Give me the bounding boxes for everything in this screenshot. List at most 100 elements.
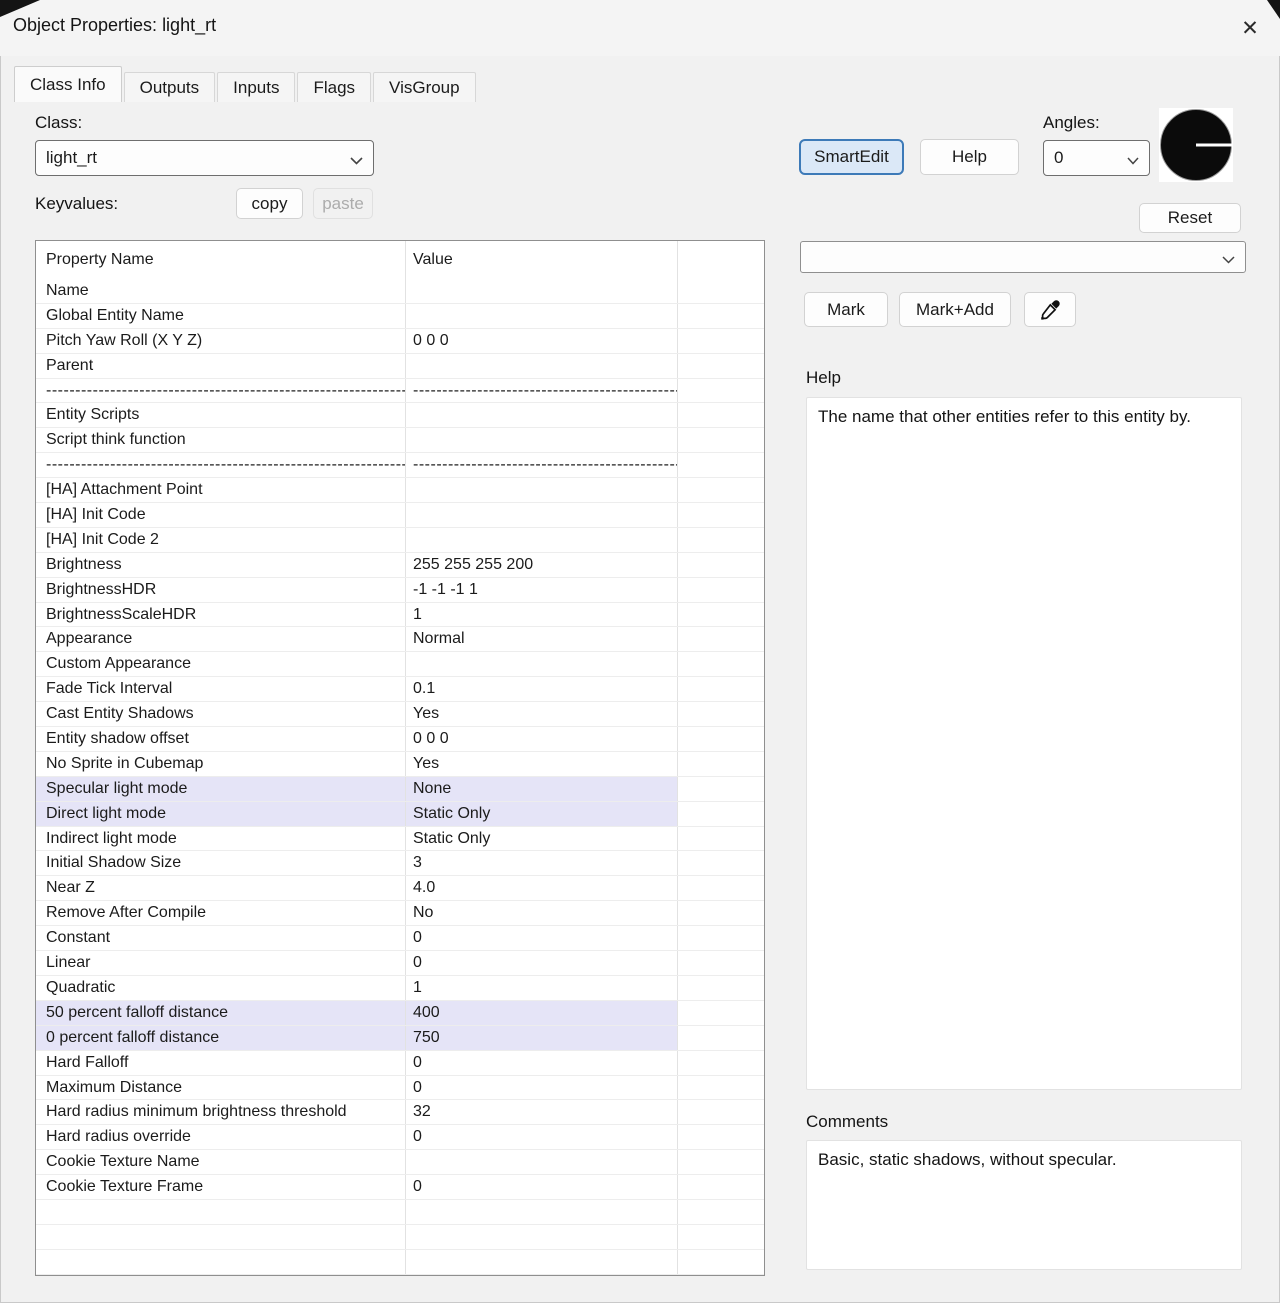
property-name-cell[interactable]: 0 percent falloff distance [36, 1025, 406, 1050]
help-button[interactable]: Help [920, 139, 1019, 175]
property-name-cell[interactable] [36, 1224, 406, 1249]
reset-button[interactable]: Reset [1139, 203, 1241, 233]
table-row[interactable]: Cookie Texture Frame 0 [36, 1175, 764, 1200]
table-row[interactable]: Custom Appearance [36, 652, 764, 678]
keyvalue-filter-input[interactable] [811, 247, 1215, 267]
property-value-cell[interactable] [406, 652, 678, 677]
property-name-cell[interactable]: Direct light mode [36, 801, 406, 826]
property-value-cell[interactable]: 0.1 [406, 677, 678, 702]
table-row[interactable] [36, 1224, 764, 1250]
mark-add-button[interactable]: Mark+Add [899, 292, 1011, 327]
property-value-cell[interactable]: No [406, 901, 678, 926]
property-name-cell[interactable]: [HA] Init Code [36, 503, 406, 527]
property-value-cell[interactable]: None [406, 776, 678, 801]
property-name-cell[interactable]: Global Entity Name [36, 303, 406, 328]
table-row[interactable]: BrightnessHDR -1 -1 -1 1 [36, 577, 764, 603]
property-value-cell[interactable]: Static Only [406, 826, 678, 851]
property-value-cell[interactable] [406, 503, 678, 527]
property-value-cell[interactable]: 400 [406, 1000, 678, 1025]
property-name-cell[interactable]: Quadratic [36, 975, 406, 1000]
property-name-cell[interactable]: [HA] Init Code 2 [36, 527, 406, 552]
property-value-cell[interactable]: 0 0 0 [406, 328, 678, 353]
property-name-cell[interactable]: No Sprite in Cubemap [36, 751, 406, 776]
property-name-cell[interactable]: Hard radius minimum brightness threshold [36, 1100, 406, 1125]
property-name-cell[interactable] [36, 1249, 406, 1274]
table-row[interactable]: Quadratic 1 [36, 975, 764, 1001]
smartedit-button[interactable]: SmartEdit [799, 139, 904, 175]
table-row[interactable]: Direct light mode Static Only [36, 801, 764, 827]
table-row[interactable]: Remove After Compile No [36, 901, 764, 927]
table-row[interactable]: Appearance Normal [36, 627, 764, 653]
property-value-cell[interactable] [406, 1249, 678, 1274]
property-name-cell[interactable]: Script think function [36, 428, 406, 453]
table-row[interactable]: No Sprite in Cubemap Yes [36, 751, 764, 777]
property-value-cell[interactable]: 0 [406, 1125, 678, 1150]
property-value-cell[interactable]: 3 [406, 851, 678, 876]
property-value-cell[interactable] [406, 1199, 678, 1224]
property-value-cell[interactable]: 0 0 0 [406, 727, 678, 751]
property-value-cell[interactable]: Yes [406, 702, 678, 727]
table-separator-row[interactable]: ----------------------------------------… [36, 453, 764, 479]
property-table[interactable]: Property Name Value Name Global Entity Na… [35, 240, 765, 1276]
property-name-cell[interactable]: Entity Scripts [36, 403, 406, 428]
copy-button[interactable]: copy [236, 188, 303, 219]
table-row[interactable]: Cookie Texture Name [36, 1150, 764, 1176]
property-value-cell[interactable]: 255 255 255 200 [406, 552, 678, 577]
property-name-cell[interactable]: Cookie Texture Frame [36, 1175, 406, 1199]
property-name-cell[interactable]: Cast Entity Shadows [36, 702, 406, 727]
tab-visgroup[interactable]: VisGroup [373, 72, 476, 102]
property-value-cell[interactable] [406, 478, 678, 503]
property-name-cell[interactable]: ----------------------------------------… [36, 453, 406, 478]
property-value-cell[interactable]: 0 [406, 951, 678, 975]
property-name-cell[interactable]: Near Z [36, 876, 406, 901]
property-name-cell[interactable]: Linear [36, 951, 406, 975]
table-row[interactable] [36, 1249, 764, 1275]
property-value-cell[interactable]: 1 [406, 975, 678, 1000]
property-value-cell[interactable] [406, 527, 678, 552]
table-row[interactable]: Entity shadow offset 0 0 0 [36, 727, 764, 752]
property-value-cell[interactable] [406, 1150, 678, 1175]
property-value-cell[interactable]: 750 [406, 1025, 678, 1050]
tab-class-info[interactable]: Class Info [14, 66, 122, 102]
property-name-cell[interactable]: BrightnessScaleHDR [36, 602, 406, 627]
property-name-cell[interactable]: Pitch Yaw Roll (X Y Z) [36, 328, 406, 353]
table-row[interactable]: BrightnessScaleHDR 1 [36, 602, 764, 628]
table-row[interactable]: Entity Scripts [36, 403, 764, 429]
property-name-cell[interactable]: Hard Falloff [36, 1050, 406, 1075]
table-row[interactable]: Brightness 255 255 255 200 [36, 552, 764, 578]
table-row[interactable]: Fade Tick Interval 0.1 [36, 677, 764, 703]
property-value-cell[interactable]: -1 -1 -1 1 [406, 577, 678, 602]
property-value-cell[interactable] [406, 353, 678, 378]
property-name-cell[interactable]: Brightness [36, 552, 406, 577]
angles-combobox[interactable]: 0 [1043, 140, 1150, 176]
property-name-cell[interactable]: Fade Tick Interval [36, 677, 406, 702]
property-value-cell[interactable]: Static Only [406, 801, 678, 826]
property-value-cell[interactable]: 0 [406, 1175, 678, 1199]
property-name-cell[interactable]: ----------------------------------------… [36, 378, 406, 403]
property-value-cell[interactable]: 1 [406, 602, 678, 627]
property-name-cell[interactable]: Remove After Compile [36, 901, 406, 926]
column-header-property-name[interactable]: Property Name [36, 241, 406, 279]
table-row[interactable]: Cast Entity Shadows Yes [36, 702, 764, 728]
keyvalue-filter-combobox[interactable] [800, 241, 1246, 273]
pick-entity-button[interactable] [1024, 292, 1076, 327]
property-name-cell[interactable]: 50 percent falloff distance [36, 1000, 406, 1025]
table-row[interactable]: Hard radius minimum brightness threshold… [36, 1100, 764, 1126]
property-value-cell[interactable]: 0 [406, 926, 678, 951]
table-separator-row[interactable]: ----------------------------------------… [36, 378, 764, 404]
property-name-cell[interactable]: [HA] Attachment Point [36, 478, 406, 503]
property-value-cell[interactable]: Normal [406, 627, 678, 652]
property-name-cell[interactable]: Indirect light mode [36, 826, 406, 851]
property-value-cell[interactable]: 0 [406, 1075, 678, 1100]
property-value-cell[interactable] [406, 303, 678, 328]
property-name-cell[interactable]: Parent [36, 353, 406, 378]
table-row[interactable]: Linear 0 [36, 951, 764, 976]
property-value-cell[interactable] [406, 1224, 678, 1249]
property-name-cell[interactable]: Maximum Distance [36, 1075, 406, 1100]
table-row[interactable]: Hard radius override 0 [36, 1125, 764, 1151]
class-combobox[interactable]: light_rt [35, 140, 374, 176]
table-row[interactable]: [HA] Attachment Point [36, 478, 764, 504]
table-row[interactable]: Maximum Distance 0 [36, 1075, 764, 1101]
table-row[interactable]: Near Z 4.0 [36, 876, 764, 902]
table-row[interactable]: [HA] Init Code [36, 503, 764, 528]
